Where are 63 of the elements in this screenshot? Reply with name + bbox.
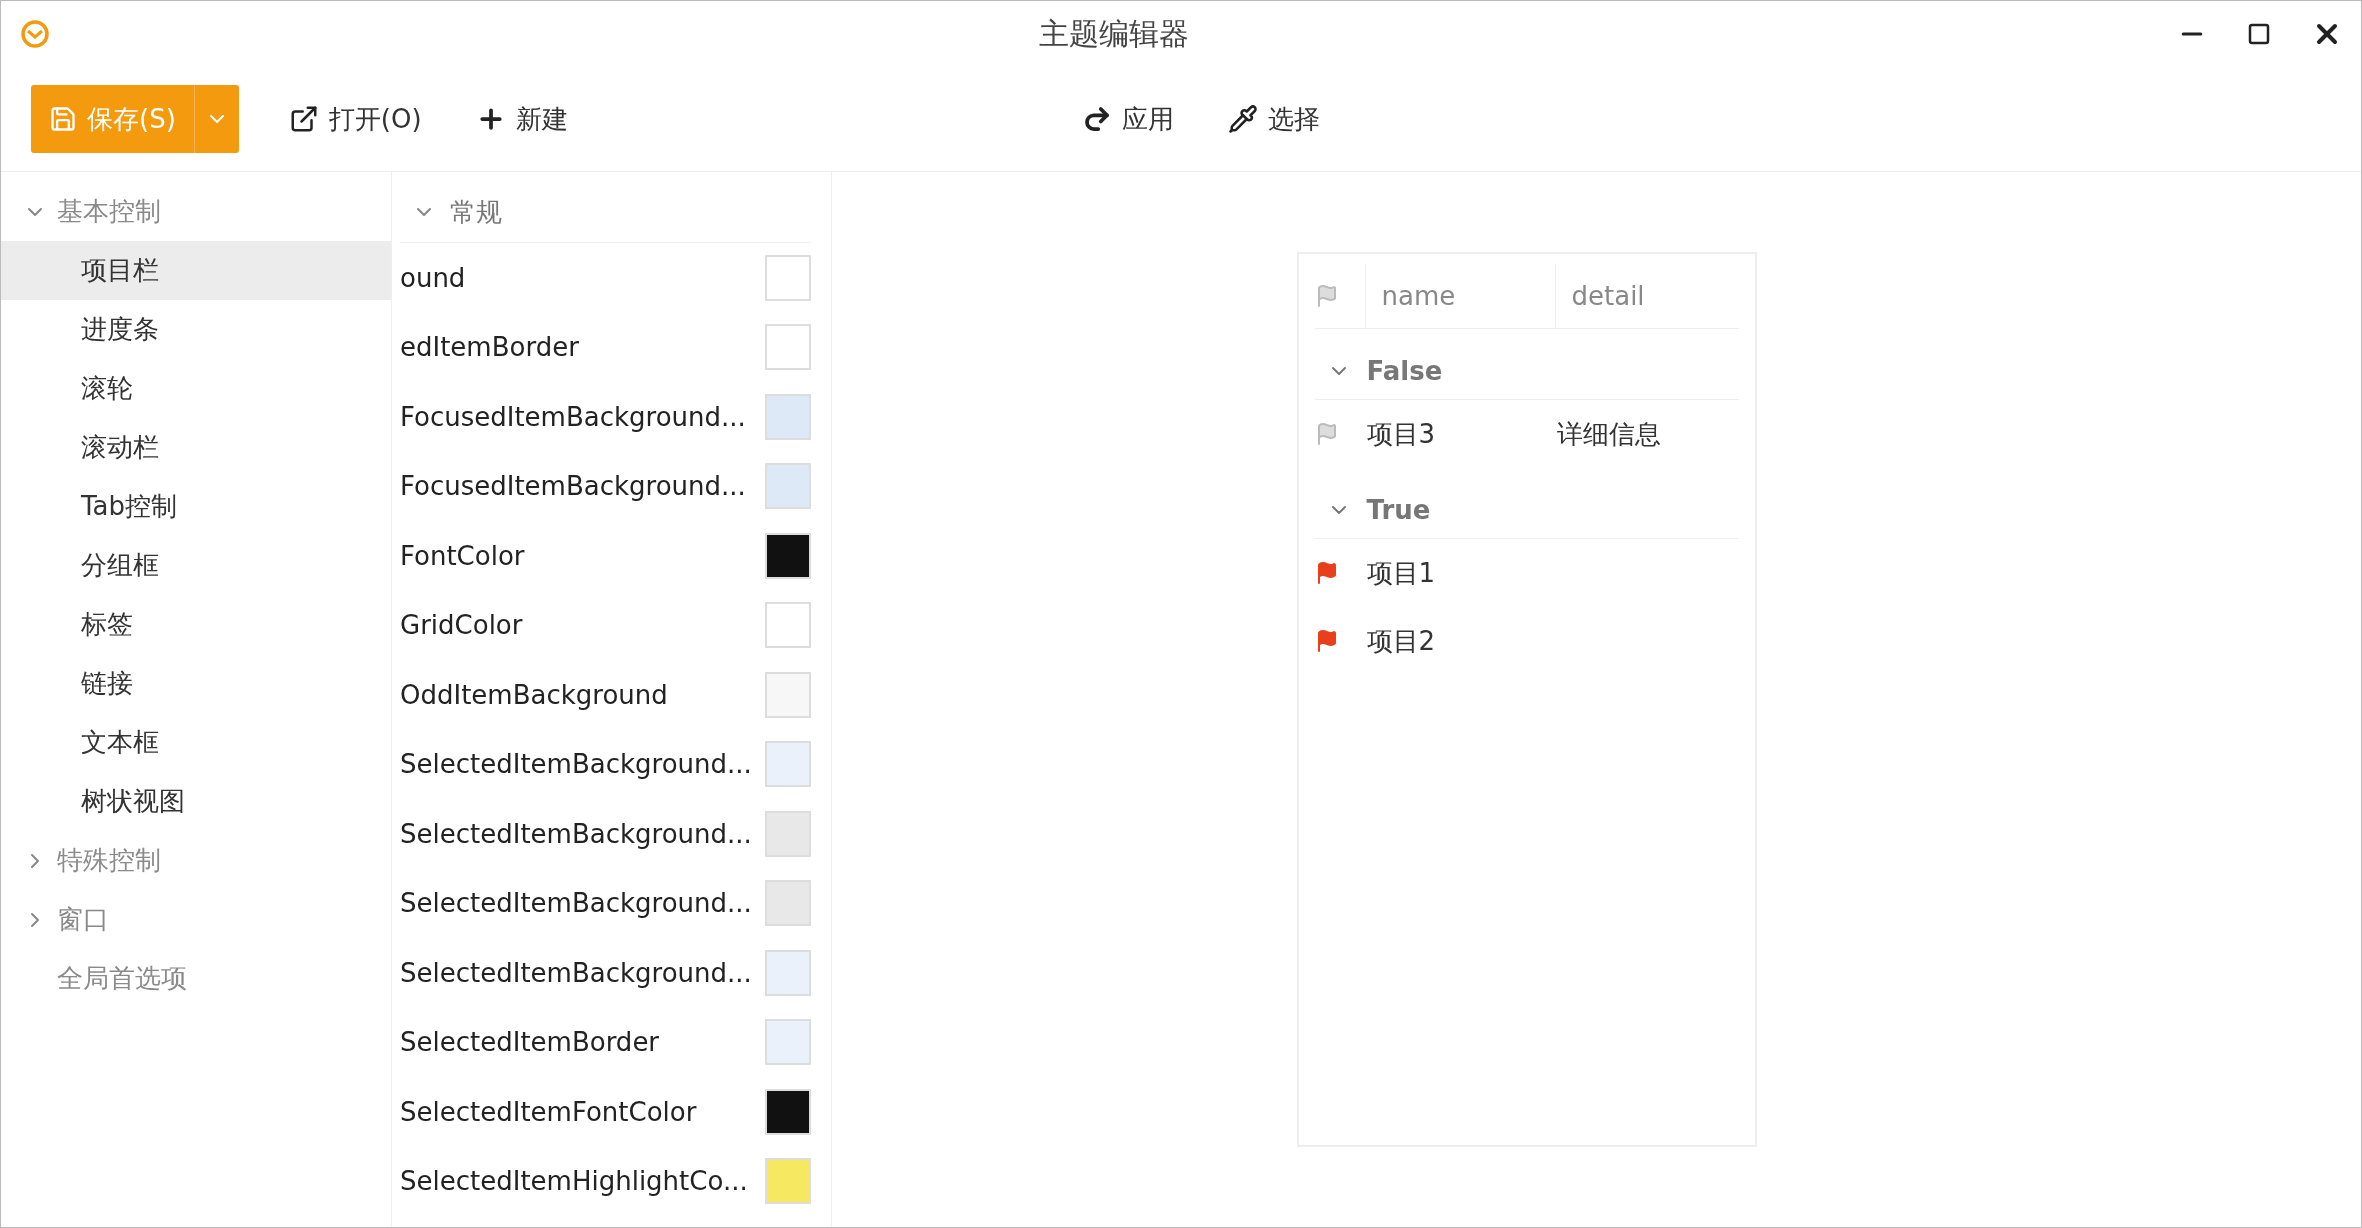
table-cell-text: 项目3: [1365, 417, 1437, 451]
property-name: GridColor: [400, 610, 523, 641]
tree-item[interactable]: Tab控制: [1, 477, 391, 536]
app-logo-icon: [19, 18, 51, 50]
color-swatch[interactable]: [765, 880, 811, 927]
group-label: True: [1366, 495, 1431, 525]
property-name: SelectedItemBackground...: [400, 957, 752, 988]
toolbar-button[interactable]: 选择: [1215, 93, 1332, 145]
tree-label: 基本控制: [57, 195, 161, 228]
tree-label: 全局首选项: [57, 962, 187, 995]
tree-item[interactable]: 链接: [1, 654, 391, 713]
color-swatch[interactable]: [765, 254, 811, 301]
group-header[interactable]: False: [1314, 343, 1739, 400]
tree-label: 特殊控制: [57, 844, 161, 877]
table-cell-text: 项目1: [1365, 556, 1437, 590]
color-swatch[interactable]: [765, 810, 811, 857]
color-swatch[interactable]: [765, 949, 811, 996]
property-name: SelectedItemBackground...: [400, 888, 752, 919]
save-icon: [49, 105, 77, 133]
color-swatch[interactable]: [765, 741, 811, 788]
color-swatch[interactable]: [765, 671, 811, 718]
property-name: SelectedItemFontColor: [400, 1096, 697, 1127]
color-swatch[interactable]: [765, 393, 811, 440]
tree-item[interactable]: 文本框: [1, 713, 391, 772]
property-name: FocusedItemBackground...: [400, 401, 746, 432]
color-swatch[interactable]: [765, 1158, 811, 1205]
property-name: SelectedItemHighlightCo...: [400, 1166, 748, 1197]
group-label: False: [1366, 356, 1443, 386]
property-name: FocusedItemBackground...: [400, 471, 746, 502]
maximize-icon[interactable]: [2247, 22, 2271, 46]
toolbar-button[interactable]: 打开(O): [276, 93, 434, 145]
tree-label: 窗口: [57, 903, 109, 936]
tree-item[interactable]: 进度条: [1, 300, 391, 359]
property-name: SelectedItemBackground...: [400, 749, 752, 780]
color-swatch[interactable]: [765, 1019, 811, 1066]
color-swatch[interactable]: [765, 532, 811, 579]
tree-item[interactable]: 滚轮: [1, 359, 391, 418]
property-name: FontColor: [400, 540, 525, 571]
eyedropper-icon: [1227, 104, 1258, 134]
column-header[interactable]: name: [1364, 264, 1555, 328]
group-header[interactable]: True: [1314, 482, 1739, 539]
toolbar-button[interactable]: 应用: [1069, 93, 1186, 145]
tree-item[interactable]: 滚动栏: [1, 418, 391, 477]
color-swatch[interactable]: [765, 463, 811, 510]
toolbar-button[interactable]: 新建: [463, 93, 580, 145]
window-title: 主题编辑器: [1038, 14, 1190, 53]
color-swatch[interactable]: [765, 1088, 811, 1135]
tree-item[interactable]: 树状视图: [1, 772, 391, 831]
column-header[interactable]: detail: [1554, 264, 1739, 328]
table-cell-text: 详细信息: [1555, 417, 1662, 451]
property-name: SelectedItemBackground...: [400, 818, 752, 849]
property-name: ound: [400, 262, 466, 293]
property-name: edItemBorder: [400, 332, 579, 363]
color-swatch[interactable]: [765, 602, 811, 649]
property-name: SelectedItemBorder: [400, 1027, 660, 1058]
tree-item[interactable]: 项目栏: [1, 241, 391, 300]
color-swatch[interactable]: [765, 324, 811, 371]
tree-item[interactable]: 分组框: [1, 536, 391, 595]
table-cell-text: 项目2: [1365, 624, 1437, 658]
tree-item[interactable]: 标签: [1, 595, 391, 654]
section-title: 常规: [450, 195, 502, 229]
section-header[interactable]: 常规: [400, 182, 811, 243]
property-name: OddItemBackground: [400, 679, 668, 710]
